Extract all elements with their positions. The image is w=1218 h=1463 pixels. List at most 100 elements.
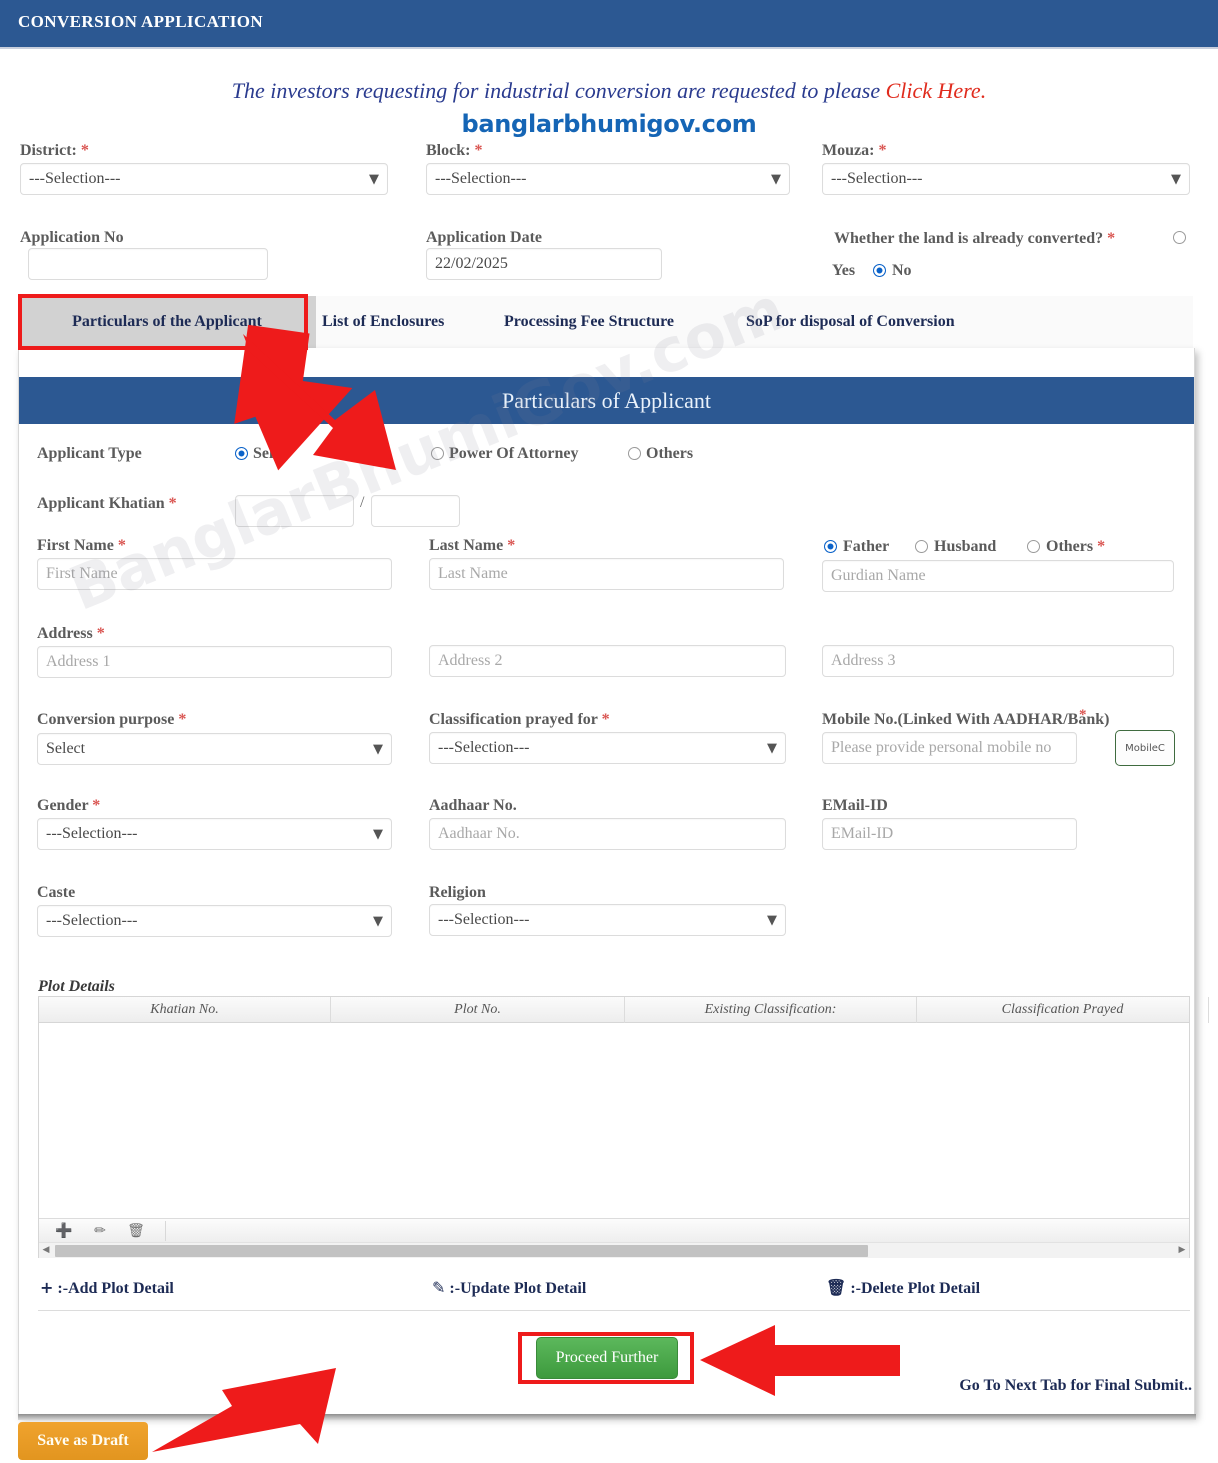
address-1-input[interactable]: Address 1 xyxy=(37,646,392,678)
block-select[interactable]: ---Selection--- ▼ xyxy=(426,163,790,195)
gender-select[interactable]: ---Selection--- ▼ xyxy=(37,818,392,850)
address-2-input[interactable]: Address 2 xyxy=(429,645,786,677)
applicant-type-others-label: Others xyxy=(646,445,694,462)
guardian-others-label: Others * xyxy=(1046,538,1106,555)
chevron-down-icon: ▼ xyxy=(767,913,777,928)
applicant-type-others-radio[interactable] xyxy=(628,447,641,460)
click-here-link[interactable]: Click Here. xyxy=(886,78,987,103)
applicant-type-power-of-attorney-radio[interactable] xyxy=(431,447,444,460)
chevron-down-icon: ▼ xyxy=(373,914,383,929)
applicant-khatian-input-2[interactable] xyxy=(371,495,460,527)
tab-particulars-of-the-applicant[interactable]: Particulars of the Applicant xyxy=(18,296,316,348)
religion-label: Religion xyxy=(429,884,486,901)
address-label: Address * xyxy=(37,625,105,642)
guardian-father-label: Father xyxy=(843,538,890,555)
applicant-type-self-label: Self xyxy=(253,445,279,462)
guardian-husband-label: Husband xyxy=(934,538,997,555)
chevron-down-icon: ▼ xyxy=(369,172,379,187)
edit-icon[interactable]: ✏ xyxy=(87,1219,113,1243)
email-input[interactable]: EMail-ID xyxy=(822,818,1077,850)
save-as-draft-button[interactable]: Save as Draft xyxy=(18,1422,148,1460)
aadhaar-input[interactable]: Aadhaar No. xyxy=(429,818,786,850)
industrial-conversion-notice: The investors requesting for industrial … xyxy=(0,78,1218,104)
tab-strip: Particulars of the Applicant List of Enc… xyxy=(18,296,1193,349)
conversion-purpose-label: Conversion purpose * xyxy=(37,711,187,728)
converted-no-radio[interactable] xyxy=(873,264,886,277)
applicant-type-power-of-attorney-label: Power Of Attorney xyxy=(449,445,579,462)
applicant-khatian-input-1[interactable] xyxy=(235,495,354,527)
address-3-input[interactable]: Address 3 xyxy=(822,645,1174,677)
last-name-label: Last Name * xyxy=(429,537,516,554)
mobile-input[interactable]: Please provide personal mobile no xyxy=(822,732,1077,764)
scroll-right-icon[interactable]: ▶ xyxy=(1175,1243,1189,1259)
panel-bottom-shadow xyxy=(18,1414,1196,1420)
chevron-down-icon: ▼ xyxy=(373,742,383,757)
conversion-purpose-select[interactable]: Select ▼ xyxy=(37,733,392,765)
caste-select[interactable]: ---Selection--- ▼ xyxy=(37,905,392,937)
first-name-label: First Name * xyxy=(37,537,126,554)
plot-details-caption: Plot Details xyxy=(38,978,115,995)
toolbar-divider xyxy=(165,1221,166,1241)
religion-select[interactable]: ---Selection--- ▼ xyxy=(429,904,786,936)
footer-divider xyxy=(38,1310,1190,1311)
converted-yes-radio[interactable] xyxy=(1173,231,1186,244)
applicant-type-self-radio[interactable] xyxy=(235,447,248,460)
mouza-label: Mouza: * xyxy=(822,142,887,159)
page-title: CONVERSION APPLICATION xyxy=(18,12,264,31)
email-label: EMail-ID xyxy=(822,797,888,814)
block-label: Block: * xyxy=(426,142,483,159)
guardian-husband-radio[interactable] xyxy=(915,540,928,553)
tab-processing-fee-structure[interactable]: Processing Fee Structure xyxy=(488,296,690,348)
gender-label: Gender * xyxy=(37,797,101,814)
notice-text: The investors requesting for industrial … xyxy=(231,78,886,103)
last-name-input[interactable]: Last Name xyxy=(429,558,784,590)
application-date-label: Application Date xyxy=(426,229,542,246)
aadhaar-label: Aadhaar No. xyxy=(429,797,517,814)
classification-prayed-for-label: Classification prayed for * xyxy=(429,711,610,728)
column-header-plot-no[interactable]: Plot No. xyxy=(331,997,625,1023)
plot-details-body xyxy=(39,1023,1189,1218)
tab-list-of-enclosures[interactable]: List of Enclosures xyxy=(306,296,460,348)
chevron-down-icon: ▼ xyxy=(373,827,383,842)
scroll-left-icon[interactable]: ◀ xyxy=(39,1243,53,1259)
tab-sop-for-disposal-of-conversion[interactable]: SoP for disposal of Conversion xyxy=(730,296,971,348)
plot-details-horizontal-scrollbar[interactable]: ◀ ▶ xyxy=(39,1242,1189,1258)
converted-no-label: No xyxy=(892,262,912,279)
application-date-input[interactable]: 22/02/2025 xyxy=(426,248,662,280)
caste-label: Caste xyxy=(37,884,76,901)
applicant-khatian-label: Applicant Khatian * xyxy=(37,495,177,512)
plot-details-grid: Khatian No. Plot No. Existing Classifica… xyxy=(38,996,1209,1258)
application-no-input[interactable] xyxy=(28,248,268,280)
header-divider xyxy=(0,47,1218,49)
site-name: banglarbhumigov.com xyxy=(461,110,757,138)
application-no-label: Application No xyxy=(20,229,124,246)
add-icon[interactable]: ➕ xyxy=(51,1219,77,1243)
delete-icon[interactable]: 🗑 xyxy=(123,1219,149,1243)
district-select[interactable]: ---Selection--- ▼ xyxy=(20,163,388,195)
first-name-input[interactable]: First Name xyxy=(37,558,392,590)
guardian-others-radio[interactable] xyxy=(1027,540,1040,553)
chevron-down-icon: ▼ xyxy=(771,172,781,187)
next-tab-note: Go To Next Tab for Final Submit.. xyxy=(959,1377,1192,1394)
mobile-label: Mobile No.(Linked With AADHAR/Bank) xyxy=(822,711,1110,728)
column-header-khatian-no[interactable]: Khatian No. xyxy=(39,997,331,1023)
legend-update-plot-detail: ✎ :-Update Plot Detail xyxy=(432,1278,587,1297)
khatian-separator: / xyxy=(360,494,365,511)
legend-delete-plot-detail: 🗑 :-Delete Plot Detail xyxy=(826,1278,981,1297)
proceed-further-button[interactable]: Proceed Further xyxy=(536,1337,678,1379)
plot-details-toolbar: ➕ ✏ 🗑 xyxy=(39,1218,1189,1242)
column-header-existing-classification[interactable]: Existing Classification: xyxy=(625,997,917,1023)
guardian-name-input[interactable]: Gurdian Name xyxy=(822,560,1174,592)
mobile-check-button[interactable]: MobileC xyxy=(1115,730,1175,766)
guardian-father-radio[interactable] xyxy=(824,540,837,553)
converted-yes-label: Yes xyxy=(832,262,856,279)
panel-band-title: Particulars of Applicant xyxy=(19,377,1194,424)
classification-prayed-for-select[interactable]: ---Selection--- ▼ xyxy=(429,732,786,764)
district-label: District: * xyxy=(20,142,89,159)
mobile-required-asterisk: * xyxy=(1079,707,1087,723)
mouza-select[interactable]: ---Selection--- ▼ xyxy=(822,163,1190,195)
scrollbar-thumb[interactable] xyxy=(55,1245,868,1257)
already-converted-label: Whether the land is already converted? * xyxy=(834,230,1116,247)
legend-add-plot-detail: + :-Add Plot Detail xyxy=(40,1278,174,1297)
column-header-classification-prayed[interactable]: Classification Prayed xyxy=(917,997,1209,1023)
